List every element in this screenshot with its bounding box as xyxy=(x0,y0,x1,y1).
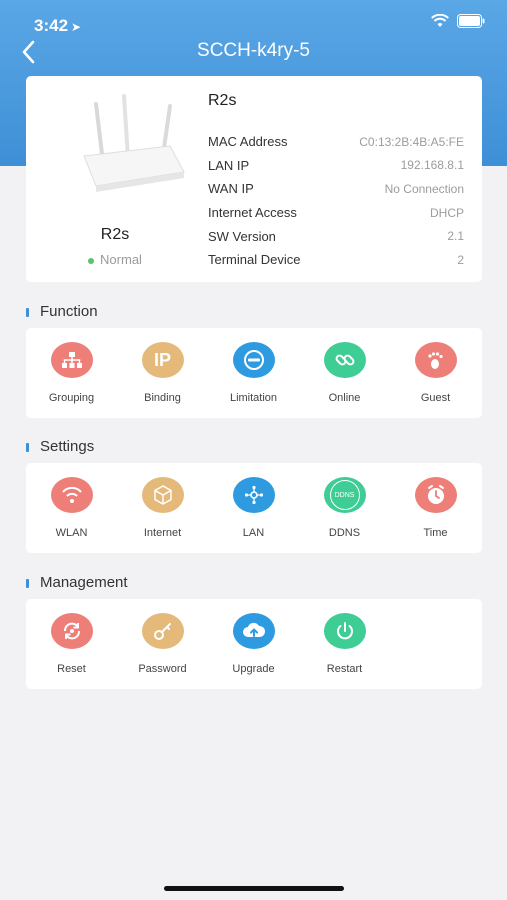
status-icons xyxy=(431,14,485,28)
wlan-button[interactable]: WLAN xyxy=(26,477,117,539)
info-label: WAN IP xyxy=(208,181,254,197)
power-icon xyxy=(323,613,366,649)
upgrade-label: Upgrade xyxy=(232,663,275,675)
info-row-lan-ip: LAN IP 192.168.8.1 xyxy=(208,154,464,178)
ip-binding-icon: IP xyxy=(141,342,184,378)
password-label: Password xyxy=(138,663,187,675)
section-marker xyxy=(26,578,29,588)
info-row-internet-access: Internet Access DHCP xyxy=(208,201,464,225)
upgrade-button[interactable]: Upgrade xyxy=(208,613,299,675)
wlan-label: WLAN xyxy=(55,527,88,539)
info-value: 2.1 xyxy=(447,229,464,244)
section-header-management: Management xyxy=(26,574,128,591)
device-status-text: Normal xyxy=(100,252,142,267)
restart-label: Restart xyxy=(326,663,363,675)
info-value: No Connection xyxy=(384,181,464,196)
grouping-icon xyxy=(50,342,93,378)
wifi-icon xyxy=(50,477,93,513)
function-grid: Grouping IP Binding Limitation Online Gu… xyxy=(26,328,482,418)
limitation-button[interactable]: Limitation xyxy=(208,342,299,404)
management-grid: Reset Password Upgrade Restart xyxy=(26,599,482,689)
lan-icon xyxy=(232,477,275,513)
limitation-icon xyxy=(232,342,275,378)
status-time-text: 3:42 xyxy=(34,16,69,35)
restart-button[interactable]: Restart xyxy=(299,613,390,675)
router-image xyxy=(83,94,185,192)
time-label: Time xyxy=(423,527,448,539)
link-icon xyxy=(323,342,366,378)
section-title: Settings xyxy=(40,438,95,455)
device-info-list: MAC Address C0:13:2B:4B:A5:FE LAN IP 192.1… xyxy=(208,130,464,272)
section-title: Function xyxy=(40,303,98,320)
online-label: Online xyxy=(328,392,361,404)
guest-button[interactable]: Guest xyxy=(390,342,481,404)
info-value: DHCP xyxy=(429,205,464,220)
section-header-function: Function xyxy=(26,303,98,320)
device-card: R2s Normal R2s MAC Address C0:13:2B:4B:A5… xyxy=(26,76,482,282)
settings-grid: WLAN Internet LAN DDNS DDNS Time xyxy=(26,463,482,553)
ddns-label: DDNS xyxy=(328,527,361,539)
reset-label: Reset xyxy=(57,663,86,675)
home-indicator[interactable] xyxy=(164,886,344,891)
cloud-upload-icon xyxy=(232,613,275,649)
info-label: MAC Address xyxy=(208,134,288,150)
binding-button[interactable]: IP Binding xyxy=(117,342,208,404)
reset-icon xyxy=(50,613,93,649)
lan-label: LAN xyxy=(242,527,265,539)
clock-icon xyxy=(414,477,457,513)
ddns-icon: DDNS xyxy=(323,477,366,513)
page-title: SCCH-k4ry-5 xyxy=(197,40,310,61)
device-model: R2s xyxy=(208,92,237,109)
wifi-status-icon xyxy=(431,14,449,27)
info-value: 2 xyxy=(457,252,464,267)
internet-label: Internet xyxy=(143,527,182,539)
info-row-mac: MAC Address C0:13:2B:4B:A5:FE xyxy=(208,130,464,154)
internet-button[interactable]: Internet xyxy=(117,477,208,539)
info-row-terminal-device: Terminal Device 2 xyxy=(208,248,464,272)
binding-label: Binding xyxy=(144,392,181,404)
guest-label: Guest xyxy=(420,392,451,404)
info-label: Internet Access xyxy=(208,205,297,221)
limitation-label: Limitation xyxy=(229,392,278,404)
reset-button[interactable]: Reset xyxy=(26,613,117,675)
info-row-sw-version: SW Version 2.1 xyxy=(208,224,464,248)
grouping-label: Grouping xyxy=(48,392,95,404)
section-marker xyxy=(26,442,29,452)
status-dot-icon xyxy=(88,257,95,264)
section-title: Management xyxy=(40,574,128,591)
device-name: R2s xyxy=(100,226,130,243)
lan-button[interactable]: LAN xyxy=(208,477,299,539)
key-icon xyxy=(141,613,184,649)
battery-icon xyxy=(457,14,485,28)
info-value: C0:13:2B:4B:A5:FE xyxy=(359,134,464,149)
footprint-icon xyxy=(414,342,457,378)
info-label: LAN IP xyxy=(208,157,250,173)
location-arrow-icon: ➤ xyxy=(71,20,82,34)
info-row-wan-ip: WAN IP No Connection xyxy=(208,177,464,201)
nav-bar: SCCH-k4ry-5 xyxy=(0,36,507,70)
online-button[interactable]: Online xyxy=(299,342,390,404)
section-header-settings: Settings xyxy=(26,438,94,455)
ddns-button[interactable]: DDNS DDNS xyxy=(299,477,390,539)
info-label: SW Version xyxy=(208,228,276,244)
password-button[interactable]: Password xyxy=(117,613,208,675)
time-button[interactable]: Time xyxy=(390,477,481,539)
info-value: 192.168.8.1 xyxy=(400,158,464,173)
info-label: Terminal Device xyxy=(208,252,301,268)
cube-icon xyxy=(141,477,184,513)
device-status: Normal xyxy=(26,252,204,267)
status-time: 3:42 ➤ xyxy=(34,16,81,36)
ddns-globe: DDNS xyxy=(329,480,360,510)
grouping-button[interactable]: Grouping xyxy=(26,342,117,404)
section-marker xyxy=(26,307,29,317)
